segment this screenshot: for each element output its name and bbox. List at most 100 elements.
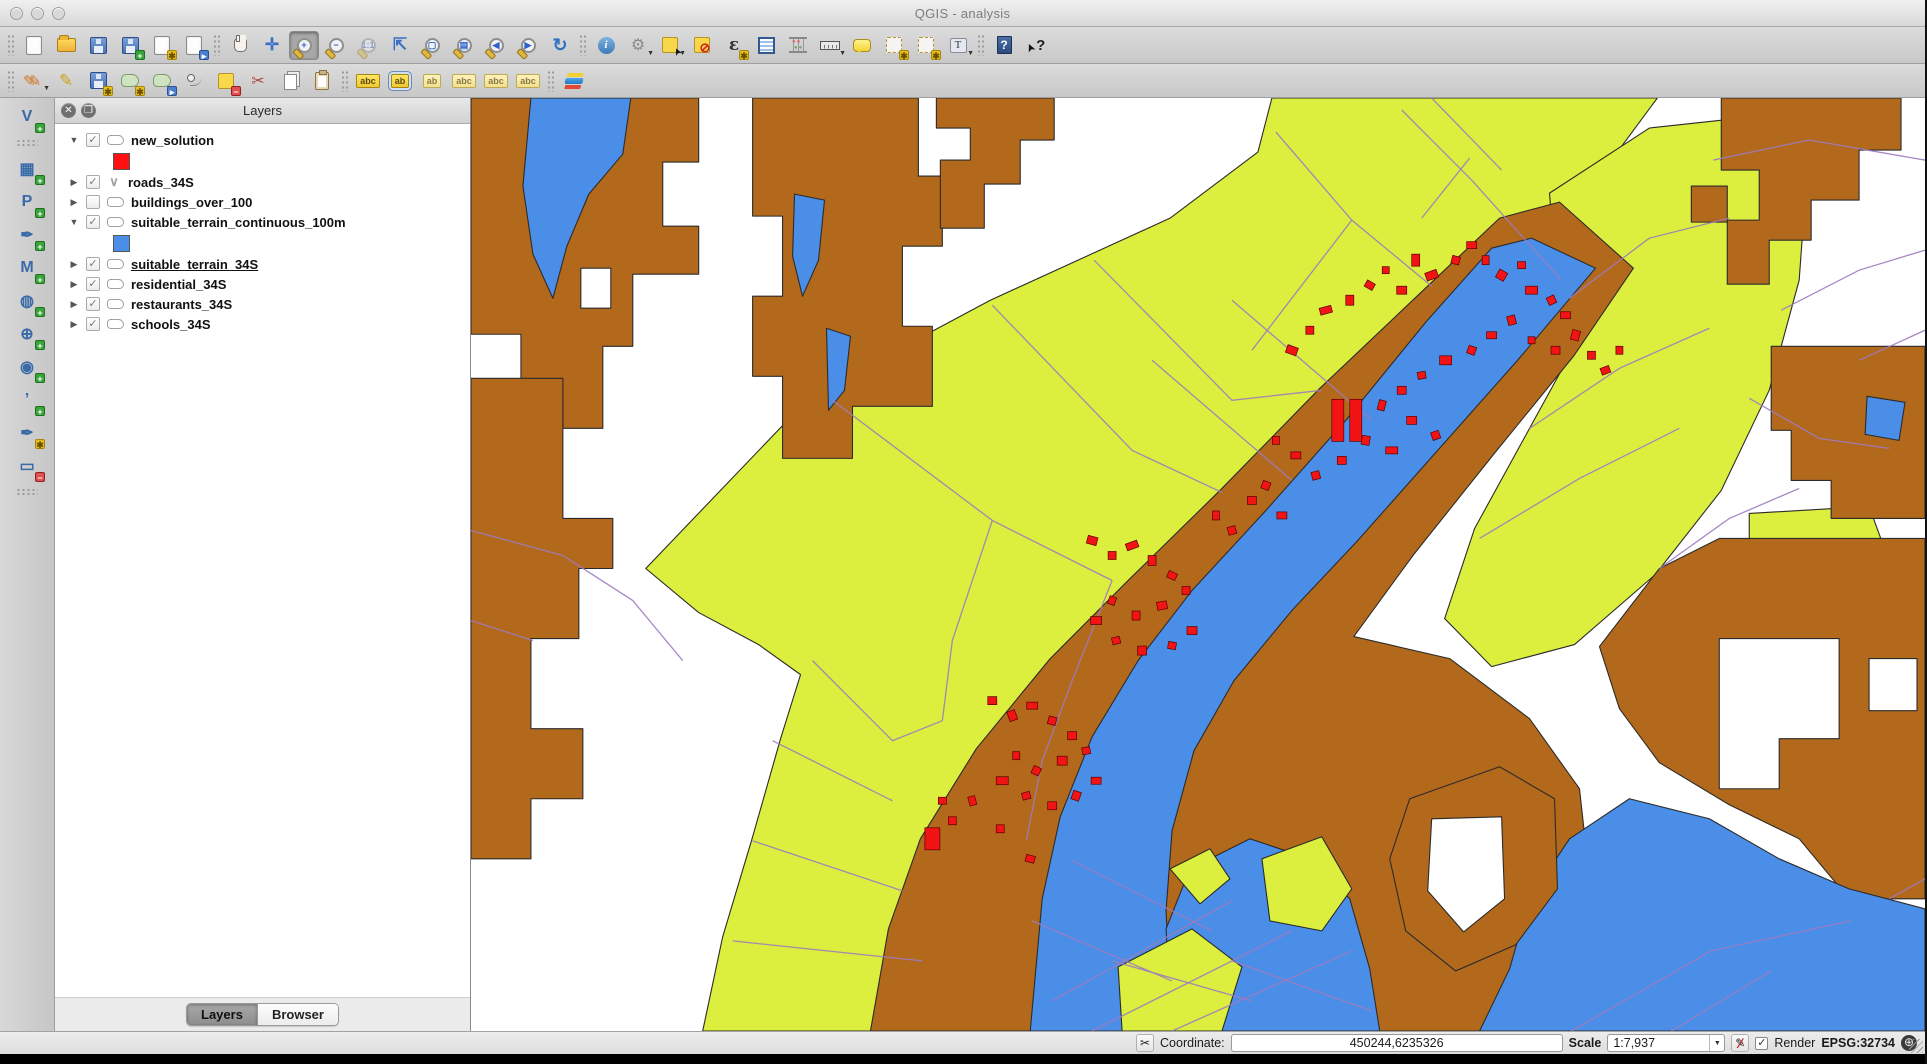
toolbar-drag-handle[interactable] [213, 34, 221, 56]
remove-layer-button[interactable]: ▭− [12, 453, 42, 479]
layer-label[interactable]: new_solution [131, 133, 214, 148]
text-annotation-button[interactable]: T▼ [943, 31, 973, 60]
add-spatialite-layer-button[interactable]: ✒+ [12, 222, 42, 248]
resize-grip[interactable] [1909, 1039, 1923, 1053]
identify-features-button[interactable]: i [591, 31, 621, 60]
symbology-swatch[interactable] [113, 235, 130, 252]
zoom-last-button[interactable]: ◀ [481, 31, 511, 60]
new-bookmark-button[interactable]: ✱ [879, 31, 909, 60]
toolbar-drag-handle[interactable] [341, 70, 349, 92]
panel-tab-browser[interactable]: Browser [257, 1004, 338, 1025]
toolbar-drag-handle[interactable] [977, 34, 985, 56]
run-feature-action-button[interactable]: ⚙▼ [623, 31, 653, 60]
layer-item-schools_34S[interactable]: ▶✓schools_34S [55, 314, 470, 334]
help-button[interactable]: ? [989, 31, 1019, 60]
map-tips-button[interactable] [847, 31, 877, 60]
attribute-table-button[interactable] [751, 31, 781, 60]
zoom-full-button[interactable]: ⇱ [385, 31, 415, 60]
layer-visibility-checkbox[interactable]: ✓ [86, 133, 100, 147]
map-canvas[interactable] [471, 98, 1925, 1031]
measure-button[interactable]: ▼ [815, 31, 845, 60]
add-postgis-layer-button[interactable]: P+ [12, 189, 42, 215]
dropdown-arrow-icon[interactable]: ▼ [647, 50, 654, 57]
new-composer-button[interactable]: ✱ [147, 31, 177, 60]
save-project-button[interactable] [83, 31, 113, 60]
layer-item-buildings_over_100[interactable]: ▶ buildings_over_100 [55, 192, 470, 212]
select-by-expression-button[interactable]: ε✱ [719, 31, 749, 60]
paste-features-button[interactable] [307, 66, 337, 95]
zoom-to-selection-button[interactable]: ▢ [417, 31, 447, 60]
pan-map-button[interactable] [225, 31, 255, 60]
save-layer-edits-button[interactable]: ✱ [83, 66, 113, 95]
layer-visibility-checkbox[interactable]: ✓ [86, 215, 100, 229]
add-raster-layer-button[interactable]: ▦+ [12, 156, 42, 182]
layer-item-residential_34S[interactable]: ▶✓residential_34S [55, 274, 470, 294]
cut-features-button[interactable]: ✂ [243, 66, 273, 95]
whats-this-button[interactable]: ? [1021, 31, 1051, 60]
dropdown-arrow-icon[interactable]: ▼ [967, 50, 974, 57]
expander-icon[interactable]: ▶ [69, 259, 79, 270]
rotate-label-button[interactable]: abc [513, 66, 543, 95]
delete-selected-button[interactable]: − [211, 66, 241, 95]
toolbar-drag-handle[interactable] [7, 70, 15, 92]
extents-toggle-icon[interactable]: ✂ [1136, 1034, 1154, 1052]
layer-item-new_solution[interactable]: ▼ ✓ new_solution [55, 130, 470, 150]
layer-visibility-checkbox[interactable]: ✓ [86, 175, 100, 189]
toolbar-drag-handle[interactable] [547, 70, 555, 92]
toolbar-drag-handle[interactable] [579, 34, 587, 56]
open-project-button[interactable] [51, 31, 81, 60]
layer-label[interactable]: suitable_terrain_34S [131, 257, 258, 272]
layer-visibility-checkbox[interactable] [86, 195, 100, 209]
add-oracle-layer-button[interactable]: ◍+ [12, 288, 42, 314]
composer-manager-button[interactable]: ▸ [179, 31, 209, 60]
zoom-out-button[interactable]: − [321, 31, 351, 60]
add-wms-layer-button[interactable]: ⊕+ [12, 321, 42, 347]
layer-visibility-checkbox[interactable]: ✓ [86, 277, 100, 291]
current-edits-button[interactable]: ✎✎▼ [19, 66, 49, 95]
statistics-button[interactable] [783, 31, 813, 60]
zoom-next-button[interactable]: ▶ [513, 31, 543, 60]
scale-dropdown-icon[interactable]: ▼ [1709, 1035, 1724, 1051]
coordinate-input[interactable]: 450244,6235326 [1231, 1034, 1563, 1052]
layer-item-roads_34S[interactable]: ▶✓∨roads_34S [55, 172, 470, 192]
scale-combobox[interactable]: 1:7,937 ▼ [1607, 1034, 1725, 1052]
layer-item-restaurants_34S[interactable]: ▶✓restaurants_34S [55, 294, 470, 314]
copy-features-button[interactable] [275, 66, 305, 95]
move-feature-button[interactable]: ▸ [147, 66, 177, 95]
layer-label[interactable]: buildings_over_100 [131, 195, 252, 210]
dropdown-arrow-icon[interactable]: ▼ [43, 85, 50, 92]
pan-to-selection-button[interactable]: ✛ [257, 31, 287, 60]
dropdown-arrow-icon[interactable]: ▼ [679, 50, 686, 57]
zoom-to-layer-button[interactable]: ▤ [449, 31, 479, 60]
expander-icon[interactable]: ▶ [69, 197, 79, 208]
save-project-as-button[interactable]: + [115, 31, 145, 60]
layer-visibility-checkbox[interactable]: ✓ [86, 257, 100, 271]
stop-render-icon[interactable]: ✎∕ [1731, 1034, 1749, 1052]
highlight-labels-button[interactable]: abc [353, 66, 383, 95]
show-bookmarks-button[interactable]: ✱ [911, 31, 941, 60]
refresh-button[interactable]: ↻ [545, 31, 575, 60]
layer-label[interactable]: residential_34S [131, 277, 226, 292]
layer-visibility-checkbox[interactable]: ✓ [86, 317, 100, 331]
select-features-button[interactable]: ➤▼ [655, 31, 685, 60]
layer-visibility-checkbox[interactable]: ✓ [86, 297, 100, 311]
label-layer-button[interactable]: ab [385, 66, 415, 95]
expander-icon[interactable]: ▼ [69, 135, 79, 145]
show-hidden-labels-button[interactable]: abc [449, 66, 479, 95]
layer-label[interactable]: schools_34S [131, 317, 211, 332]
expander-icon[interactable]: ▼ [69, 217, 79, 227]
new-project-button[interactable] [19, 31, 49, 60]
expander-icon[interactable]: ▶ [69, 299, 79, 310]
add-vector-layer-button[interactable]: V+ [12, 104, 42, 130]
add-delimited-text-button[interactable]: ʼ+ [12, 387, 42, 413]
render-checkbox[interactable]: ✓ [1755, 1037, 1768, 1050]
toolbar-drag-handle[interactable] [16, 488, 38, 496]
layer-label[interactable]: suitable_terrain_continuous_100m [131, 215, 346, 230]
toolbar-drag-handle[interactable] [16, 139, 38, 147]
deselect-features-button[interactable]: ⊘ [687, 31, 717, 60]
processing-toolbox-button[interactable] [559, 66, 589, 95]
dropdown-arrow-icon[interactable]: ▼ [839, 50, 846, 57]
zoom-native-button[interactable]: 1:1 [353, 31, 383, 60]
panel-tab-layers[interactable]: Layers [187, 1004, 257, 1025]
add-mssql-layer-button[interactable]: M+ [12, 255, 42, 281]
